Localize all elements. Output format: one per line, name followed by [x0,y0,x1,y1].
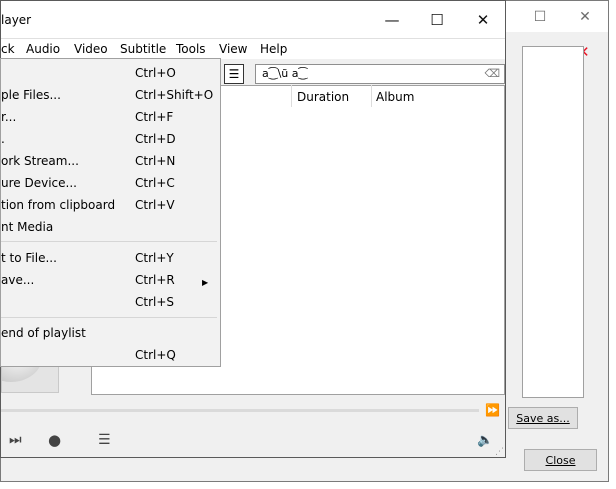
column-separator [291,85,292,107]
menu-item-open-network-stream[interactable]: ork Stream... Ctrl+N [1,150,220,172]
maximize-icon: ☐ [533,8,547,25]
menu-item-open-file[interactable]: Ctrl+O [1,62,220,84]
menu-item-label: end of playlist [1,326,86,340]
menu-audio[interactable]: Audio [26,42,60,56]
menu-help[interactable]: Help [260,42,287,56]
menu-video[interactable]: Video [74,42,108,56]
close-button[interactable]: ✕ [460,1,506,39]
menu-item-convert-save[interactable]: t to File... Ctrl+Y [1,247,220,269]
fast-forward-icon: ⏩ [485,403,500,417]
menu-item-stream[interactable]: ave... Ctrl+R [1,269,220,291]
menu-separator [1,241,217,242]
playlist-icon[interactable]: ☰ [98,432,111,448]
save-as-button[interactable]: Save as... [508,407,578,429]
menu-item-label: . [1,132,5,146]
menu-view[interactable]: View [219,42,247,56]
menu-item-label: ave... [1,273,35,287]
search-value: a⁐\ũ a⁐ [262,67,308,80]
menu-item-label: r... [1,110,17,124]
seek-slider[interactable] [1,409,479,412]
menu-item-open-folder[interactable]: r... Ctrl+F [1,106,220,128]
bg-maximize-button[interactable]: ☐ [517,1,563,32]
menu-item-shortcut: Ctrl+R [135,273,175,287]
menu-item-shortcut: Ctrl+Shift+O [135,88,214,102]
menu-item-open-capture-device[interactable]: ure Device... Ctrl+C [1,172,220,194]
menu-item-shortcut: Ctrl+N [135,154,176,168]
menu-item-recent-media[interactable]: nt Media [1,216,220,238]
menu-item-label: nt Media [1,220,54,234]
column-separator [371,85,372,107]
close-button[interactable]: Close [524,449,597,471]
maximize-button[interactable]: ☐ [414,1,460,39]
menu-item-label: ple Files... [1,88,61,102]
search-input[interactable]: a⁐\ũ a⁐ ⌫ [255,64,505,84]
skip-next-icon[interactable]: ⏭ [9,432,22,448]
menu-item-open-location-from-clipboard[interactable]: tion from clipboard Ctrl+V [1,194,220,216]
vlc-titlebar: layer — ☐ ✕ [1,1,505,39]
menu-item-shortcut: Ctrl+Q [135,348,176,362]
menu-item-shortcut: Ctrl+V [135,198,175,212]
minimize-button[interactable]: — [369,1,415,39]
close-button-label: Close [545,453,576,467]
volume-icon[interactable]: 🔈 [477,433,493,448]
background-dialog-list[interactable] [522,46,584,398]
menu-playback[interactable]: ck [1,42,15,56]
menu-subtitle[interactable]: Subtitle [120,42,166,56]
column-header-album[interactable]: Album [376,90,414,104]
menu-separator [1,317,217,318]
menu-item-shortcut: Ctrl+C [135,176,175,190]
menu-item-label: tion from clipboard [1,198,116,212]
playlist-view-icon: ☰ [228,67,240,81]
minimize-icon: — [384,11,400,29]
menu-item-open-multiple-files[interactable]: ple Files... Ctrl+Shift+O [1,84,220,106]
stop-icon[interactable]: ● [48,431,61,449]
maximize-icon: ☐ [430,11,444,29]
save-as-label: Save as... [516,411,570,425]
menu-item-shortcut: Ctrl+S [135,295,175,309]
column-header-duration[interactable]: Duration [297,90,349,104]
playlist-view-button[interactable]: ☰ [224,64,244,84]
menu-item-shortcut: Ctrl+F [135,110,174,124]
menu-item-quit-at-end-of-playlist[interactable]: end of playlist [1,322,220,344]
window-title: layer [1,13,32,27]
bg-close-button[interactable]: ✕ [562,1,608,32]
resize-grip-icon[interactable]: ⋰ [495,447,504,457]
menu-bar: ck Audio Video Subtitle Tools View Help [1,39,505,59]
menu-tools[interactable]: Tools [176,42,206,56]
clear-search-icon[interactable]: ⌫ [484,67,500,80]
menu-item-shortcut: Ctrl+D [135,132,176,146]
close-icon: ✕ [476,11,490,29]
menu-item-quit[interactable]: Ctrl+Q [1,344,220,366]
menu-item-label: ure Device... [1,176,77,190]
menu-item-stream-shortcut[interactable]: Ctrl+S [1,291,220,313]
menu-item-label: ork Stream... [1,154,79,168]
menu-item-open-disc[interactable]: . Ctrl+D [1,128,220,150]
menu-item-shortcut: Ctrl+O [135,66,176,80]
menu-item-label: t to File... [1,251,57,265]
media-menu: Ctrl+O ple Files... Ctrl+Shift+O r... Ct… [0,58,221,367]
menu-item-shortcut: Ctrl+Y [135,251,174,265]
close-icon: ✕ [579,8,591,25]
